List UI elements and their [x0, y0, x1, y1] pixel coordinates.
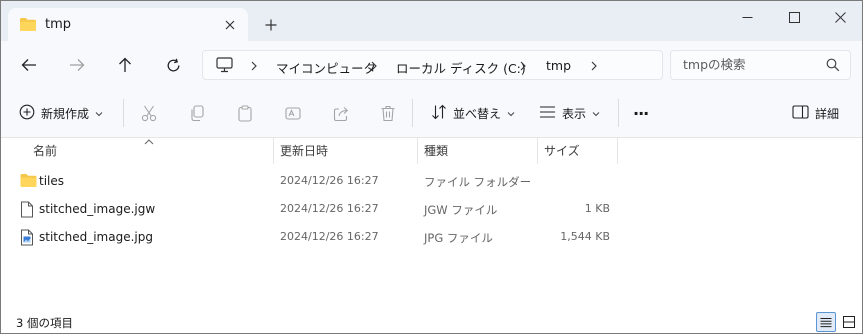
column-header: 名前 更新日時 種類 サイズ [1, 138, 862, 164]
arrow-right-icon[interactable] [65, 53, 89, 77]
search-box [670, 50, 851, 80]
file-type: JPG ファイル [424, 231, 493, 245]
chevron-right-icon [370, 58, 378, 77]
file-row[interactable]: stitched_image.jgw 2024/12/26 16:27 JGW … [1, 195, 862, 223]
file-type: ファイル フォルダー [424, 175, 532, 189]
column-divider[interactable] [537, 138, 538, 164]
chevron-right-icon[interactable] [590, 58, 598, 77]
sort-icon [431, 104, 447, 123]
file-modified: 2024/12/26 16:27 [280, 202, 379, 215]
computer-icon [216, 57, 233, 76]
status-bar: 3 個の項目 [1, 310, 862, 333]
chevron-down-icon [95, 106, 103, 120]
more-options-label: ··· [633, 103, 649, 123]
breadcrumb-my-computer[interactable]: マイコンピュータ [276, 58, 376, 77]
new-button[interactable]: 新規作成 [19, 99, 103, 127]
more-options-button[interactable]: ··· [633, 99, 649, 127]
toolbar-divider [412, 99, 413, 127]
command-bar: 新規作成 並べ替え 表示 ··· 詳細 [1, 88, 862, 138]
details-pane-label: 詳細 [815, 106, 840, 121]
cut-icon[interactable] [140, 104, 158, 122]
title-bar: tmp [1, 1, 862, 41]
maximize-icon[interactable] [774, 6, 814, 28]
search-icon[interactable] [826, 58, 840, 75]
column-name[interactable]: 名前 [33, 142, 57, 159]
file-name: stitched_image.jgw [39, 202, 156, 216]
folder-icon [19, 17, 37, 35]
minimize-icon[interactable] [727, 6, 767, 28]
close-icon[interactable] [221, 16, 239, 34]
details-view-icon[interactable] [816, 312, 836, 332]
file-row[interactable]: stitched_image.jpg 2024/12/26 16:27 JPG … [1, 223, 862, 251]
view-list-icon [539, 105, 556, 122]
details-pane-icon [792, 104, 809, 122]
column-size[interactable]: サイズ [544, 142, 580, 159]
file-size: 1,544 KB [560, 230, 610, 243]
sort-button-label: 並べ替え [453, 106, 502, 121]
details-pane-button[interactable]: 詳細 [792, 99, 839, 127]
column-divider[interactable] [617, 138, 618, 164]
column-divider[interactable] [417, 138, 418, 164]
breadcrumb-tmp[interactable]: tmp [546, 58, 571, 73]
delete-icon[interactable] [379, 104, 397, 122]
tab-tmp[interactable]: tmp [8, 8, 248, 41]
refresh-icon[interactable] [161, 53, 185, 77]
view-button[interactable]: 表示 [539, 99, 600, 127]
sort-button[interactable]: 並べ替え [431, 99, 515, 127]
paste-icon[interactable] [236, 104, 254, 122]
file-icon [20, 201, 34, 221]
file-name: stitched_image.jpg [39, 230, 153, 244]
rename-icon[interactable] [284, 104, 302, 122]
file-name: tiles [39, 174, 65, 188]
address-bar[interactable]: マイコンピュータ ローカル ディスク (C:) tmp [202, 50, 663, 80]
chevron-right-icon [519, 58, 527, 77]
copy-icon[interactable] [188, 104, 206, 122]
arrow-up-icon[interactable] [113, 53, 137, 77]
file-explorer-window: tmp マイコンピュータ ローカル ディスク (C:) tmp tmpの検索 新… [0, 0, 863, 334]
chevron-down-icon [507, 106, 515, 120]
toolbar-divider [618, 99, 619, 127]
chevron-down-icon [592, 106, 600, 120]
large-icons-view-icon[interactable] [839, 312, 859, 332]
breadcrumb-local-disk[interactable]: ローカル ディスク (C:) [396, 58, 526, 77]
search-input[interactable] [683, 57, 823, 72]
close-icon[interactable] [820, 6, 860, 28]
new-button-label: 新規作成 [41, 106, 90, 121]
tab-title: tmp [45, 17, 72, 32]
image-file-icon [20, 229, 34, 249]
navigation-bar: マイコンピュータ ローカル ディスク (C:) tmp [1, 41, 862, 88]
view-button-label: 表示 [562, 106, 587, 121]
file-modified: 2024/12/26 16:27 [280, 230, 379, 243]
sort-ascending-icon [144, 134, 154, 148]
toolbar-divider [123, 99, 124, 127]
chevron-right-icon [250, 58, 258, 77]
share-icon[interactable] [332, 104, 350, 122]
column-modified[interactable]: 更新日時 [280, 142, 328, 159]
column-divider[interactable] [273, 138, 274, 164]
add-circle-icon [19, 104, 35, 123]
file-modified: 2024/12/26 16:27 [280, 174, 379, 187]
file-type: JGW ファイル [424, 203, 498, 217]
folder-icon [20, 173, 37, 191]
item-count: 3 個の項目 [16, 316, 73, 330]
plus-icon[interactable] [261, 15, 281, 35]
file-size: 1 KB [584, 202, 610, 215]
column-type[interactable]: 種類 [424, 142, 448, 159]
arrow-left-icon[interactable] [17, 53, 41, 77]
file-row[interactable]: tiles 2024/12/26 16:27 ファイル フォルダー [1, 167, 862, 195]
